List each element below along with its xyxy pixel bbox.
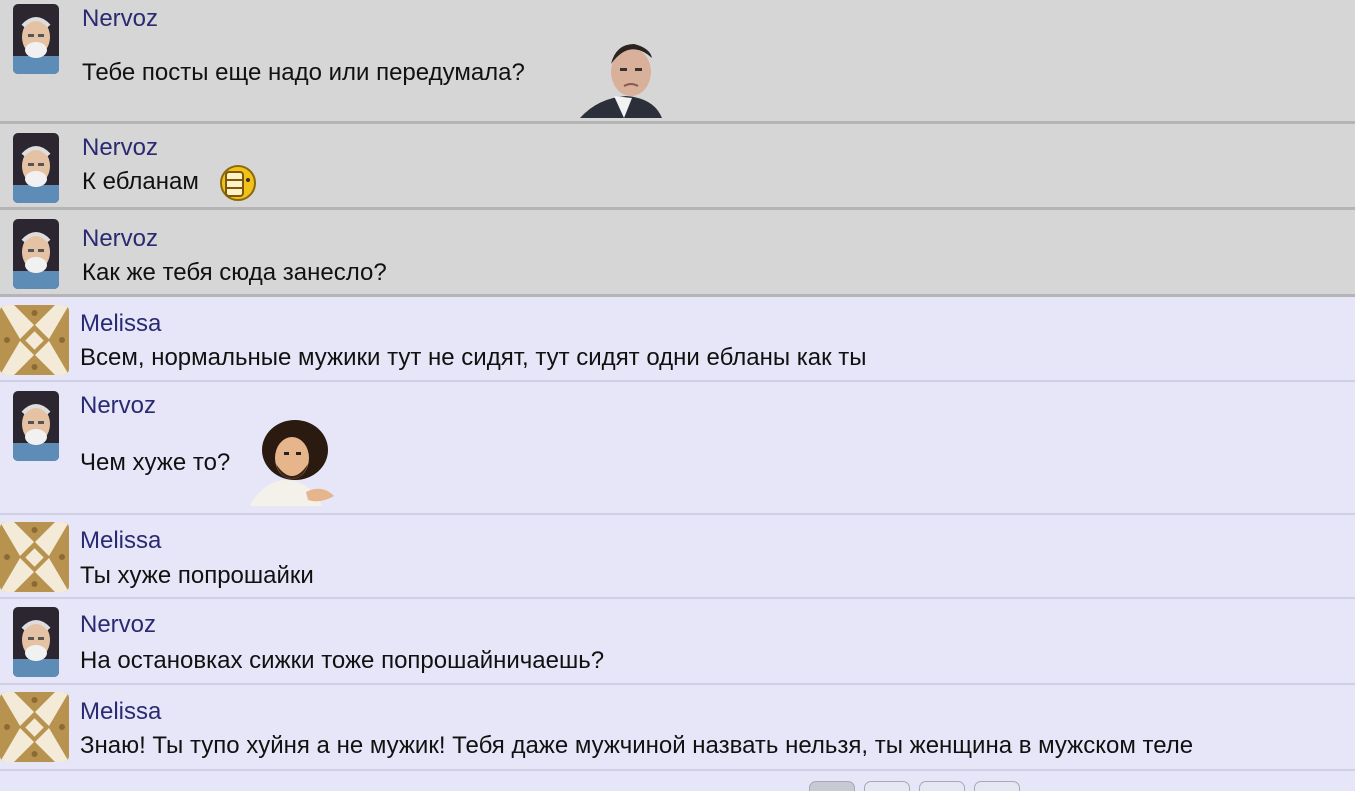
- author-name[interactable]: Nervoz: [82, 225, 158, 253]
- avatar[interactable]: [0, 692, 69, 762]
- author-name[interactable]: Nervoz: [80, 611, 156, 639]
- avatar[interactable]: [0, 305, 69, 375]
- message-item: Nervoz На остановках сижки тоже попрошай…: [0, 599, 1355, 685]
- avatar[interactable]: [0, 522, 69, 592]
- page-button[interactable]: [864, 781, 910, 791]
- face-palm-smiley: [217, 164, 259, 202]
- message-text: Ты хуже попрошайки: [80, 562, 314, 589]
- message-item: Melissa Всем, нормальные мужики тут не с…: [0, 297, 1355, 382]
- avatar[interactable]: [13, 4, 59, 74]
- message-item: Melissa Ты хуже попрошайки: [0, 515, 1355, 599]
- page-button[interactable]: [919, 781, 965, 791]
- man-in-suit-sticker: [578, 36, 670, 118]
- author-name[interactable]: Melissa: [80, 527, 161, 555]
- message-text: Тебе посты еще надо или передумала?: [82, 59, 525, 86]
- page-button[interactable]: [809, 781, 855, 791]
- author-name[interactable]: Melissa: [80, 310, 161, 338]
- message-text: На остановках сижки тоже попрошайничаешь…: [80, 647, 605, 674]
- message-text: Знаю! Ты тупо хуйня а не мужик! Тебя даж…: [80, 732, 1194, 759]
- avatar[interactable]: [13, 219, 59, 289]
- message-text: К ебланам: [82, 168, 199, 195]
- author-name[interactable]: Nervoz: [80, 392, 156, 420]
- avatar[interactable]: [13, 391, 59, 461]
- message-item: Nervoz Как же тебя сюда занесло?: [0, 210, 1355, 297]
- message-text: Как же тебя сюда занесло?: [82, 259, 387, 286]
- author-name[interactable]: Melissa: [80, 698, 161, 726]
- author-name[interactable]: Nervoz: [82, 5, 158, 33]
- message-item: Melissa Знаю! Ты тупо хуйня а не мужик! …: [0, 685, 1355, 771]
- message-text: Чем хуже то?: [80, 449, 231, 476]
- page-button[interactable]: [974, 781, 1020, 791]
- message-text: Всем, нормальные мужики тут не сидят, ту…: [80, 344, 867, 371]
- author-name[interactable]: Nervoz: [82, 134, 158, 162]
- message-item: Nervoz Чем хуже то?: [0, 382, 1355, 515]
- pagination: [809, 781, 1020, 791]
- message-item: Nervoz Тебе посты еще надо или передумал…: [0, 0, 1355, 124]
- message-item: Nervoz К ебланам: [0, 124, 1355, 210]
- avatar[interactable]: [13, 607, 59, 677]
- curly-hair-man-sticker: [250, 418, 340, 506]
- avatar[interactable]: [13, 133, 59, 203]
